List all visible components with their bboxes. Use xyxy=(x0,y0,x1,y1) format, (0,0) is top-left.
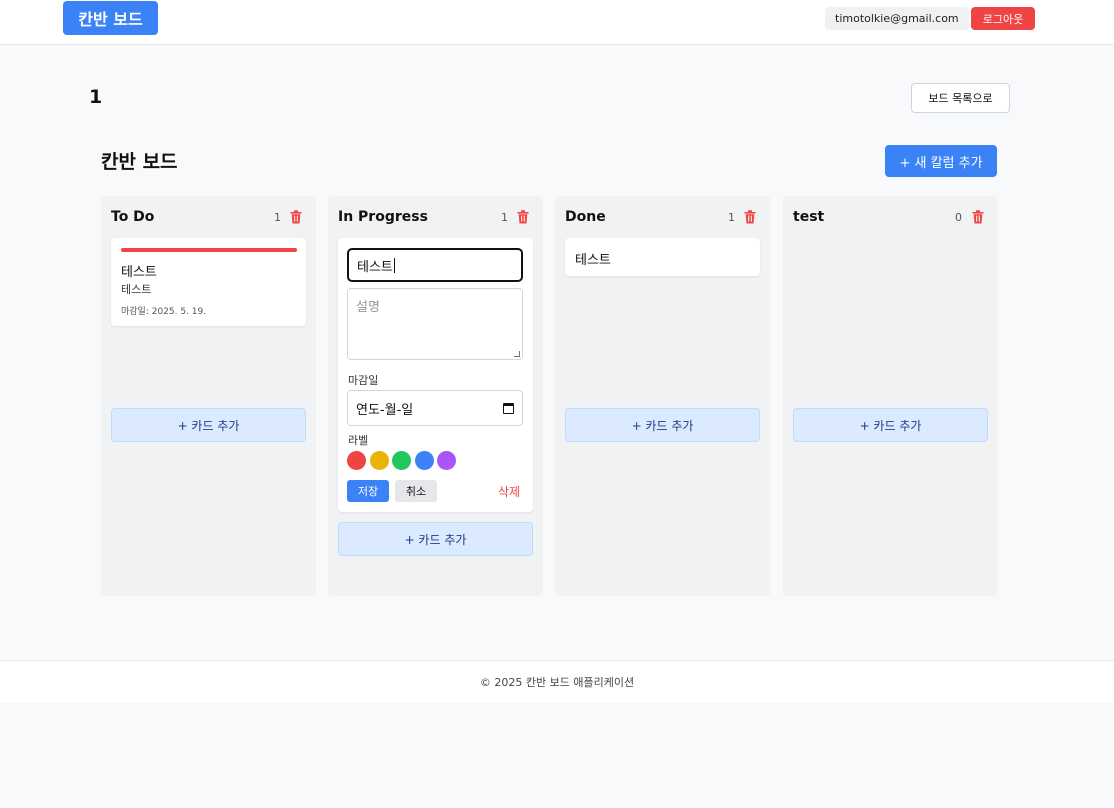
trash-icon[interactable] xyxy=(517,210,529,224)
card-due-date: 마감일: 2025. 5. 19. xyxy=(121,307,207,317)
board-name: 1 xyxy=(89,86,103,108)
text-caret xyxy=(393,257,395,273)
due-date-input[interactable]: 연도-월-일 xyxy=(347,390,523,426)
app-logo-button[interactable]: 칸반 보드 xyxy=(63,1,158,35)
label-color-yellow[interactable] xyxy=(370,451,389,470)
resize-handle-icon[interactable] xyxy=(514,351,520,357)
label-color-green[interactable] xyxy=(392,451,411,470)
footer-copyright: © 2025 칸반 보드 애플리케이션 xyxy=(479,676,635,689)
card-editor: 테스트 설명 마감일 연도-월-일 라벨 저장 취소 삭제 xyxy=(338,238,533,512)
trash-icon[interactable] xyxy=(744,210,756,224)
date-placeholder: 연도-월-일 xyxy=(356,402,414,418)
card-title: 테스트 xyxy=(121,265,157,280)
card-label-bar xyxy=(121,248,297,252)
delete-card-button[interactable]: 삭제 xyxy=(498,483,520,500)
description-placeholder: 설명 xyxy=(356,300,380,315)
save-button[interactable]: 저장 xyxy=(347,480,389,502)
column-done: Done 1 테스트 + 카드 추가 xyxy=(555,196,770,596)
label-color-blue[interactable] xyxy=(415,451,434,470)
logout-button[interactable]: 로그아웃 xyxy=(971,7,1035,30)
column-title: To Do xyxy=(111,209,155,225)
card-title-input[interactable]: 테스트 xyxy=(347,248,523,282)
card-title: 테스트 xyxy=(575,253,611,268)
card-title-input-value: 테스트 xyxy=(357,259,393,275)
column-card-count: 1 xyxy=(274,211,281,224)
column-todo: To Do 1 테스트 테스트 마감일: 2025. 5. 19. + 카드 추… xyxy=(101,196,316,596)
calendar-icon[interactable] xyxy=(503,402,514,414)
back-to-boards-button[interactable]: 보드 목록으로 xyxy=(911,83,1010,113)
cancel-button[interactable]: 취소 xyxy=(395,480,437,502)
trash-icon[interactable] xyxy=(972,210,984,224)
add-card-button[interactable]: + 카드 추가 xyxy=(793,408,988,442)
add-card-button[interactable]: + 카드 추가 xyxy=(111,408,306,442)
column-title: In Progress xyxy=(338,209,428,225)
column-in-progress: In Progress 1 테스트 설명 마감일 연도-월-일 라벨 저장 취소… xyxy=(328,196,543,596)
add-card-button[interactable]: + 카드 추가 xyxy=(565,408,760,442)
due-date-label: 마감일 xyxy=(348,374,379,387)
column-title: test xyxy=(793,209,825,225)
add-card-button[interactable]: + 카드 추가 xyxy=(338,522,533,556)
user-email-badge: timotolkie@gmail.com xyxy=(825,7,969,30)
page-title: 칸반 보드 xyxy=(101,151,178,173)
label-color-red[interactable] xyxy=(347,451,366,470)
trash-icon[interactable] xyxy=(290,210,302,224)
add-column-button[interactable]: + 새 칼럼 추가 xyxy=(885,145,997,177)
card-description: 테스트 xyxy=(121,283,152,296)
column-title: Done xyxy=(565,209,606,225)
column-card-count: 1 xyxy=(501,211,508,224)
footer: © 2025 칸반 보드 애플리케이션 xyxy=(0,660,1114,703)
top-navbar: 칸반 보드 timotolkie@gmail.com 로그아웃 xyxy=(0,0,1114,45)
column-card-count: 1 xyxy=(728,211,735,224)
label-heading: 라벨 xyxy=(348,434,369,447)
task-card[interactable]: 테스트 xyxy=(565,238,760,276)
column-test: test 0 + 카드 추가 xyxy=(783,196,998,596)
column-card-count: 0 xyxy=(955,211,962,224)
task-card[interactable]: 테스트 테스트 마감일: 2025. 5. 19. xyxy=(111,238,306,326)
label-color-purple[interactable] xyxy=(437,451,456,470)
card-description-textarea[interactable]: 설명 xyxy=(347,288,523,360)
